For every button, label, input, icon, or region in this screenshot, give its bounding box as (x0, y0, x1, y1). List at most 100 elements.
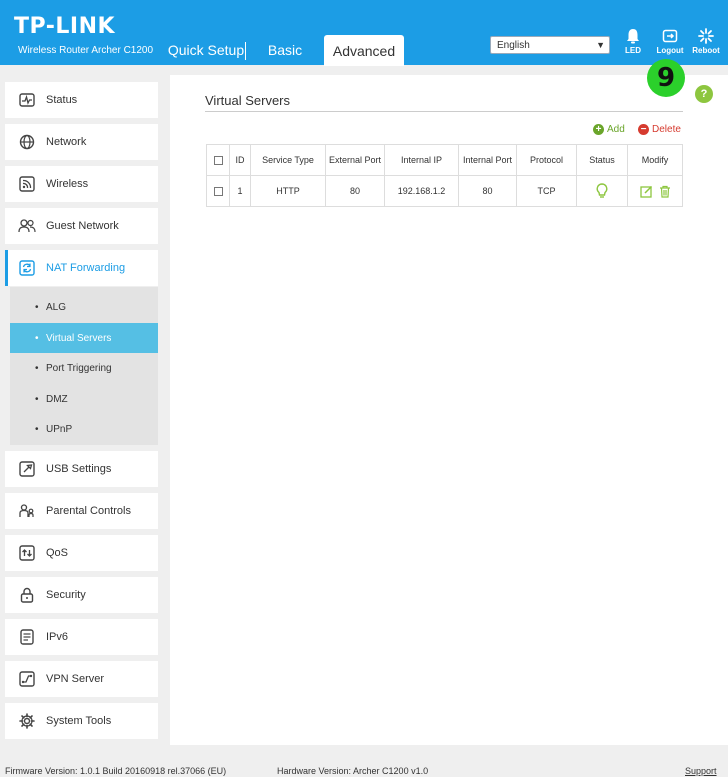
logout-button[interactable]: Logout (650, 28, 690, 55)
footer: Firmware Version: 1.0.1 Build 20160918 r… (0, 745, 728, 777)
trash-icon[interactable] (659, 185, 671, 198)
minus-icon: − (638, 124, 649, 135)
table-header-row: ID Service Type External Port Internal I… (206, 144, 683, 176)
submenu-item-port-triggering[interactable]: Port Triggering (10, 353, 158, 383)
chevron-down-icon: ▼ (596, 40, 605, 50)
add-button[interactable]: + Add (593, 124, 625, 135)
col-status: Status (576, 144, 628, 176)
submenu-item-dmz[interactable]: DMZ (10, 384, 158, 414)
col-id: ID (229, 144, 251, 176)
sidebar-item-parental-controls[interactable]: Parental Controls (5, 493, 158, 529)
main-panel: Virtual Servers 9 ? + Add − Delete ID Se… (170, 59, 728, 745)
ipv6-icon (18, 628, 36, 646)
parental-icon (18, 502, 36, 520)
delete-button[interactable]: − Delete (638, 124, 681, 135)
col-modify: Modify (627, 144, 683, 176)
help-button[interactable]: ? (695, 85, 713, 103)
sidebar-label-qos: QoS (46, 547, 69, 559)
lock-icon (18, 586, 36, 604)
language-select[interactable]: English ▼ (490, 36, 610, 54)
col-service-type: Service Type (250, 144, 326, 176)
select-all-checkbox[interactable] (213, 156, 223, 166)
edit-icon[interactable] (639, 185, 653, 198)
reboot-button[interactable]: Reboot (686, 28, 726, 55)
col-external-port: External Port (325, 144, 385, 176)
hardware-version: Hardware Version: Archer C1200 v1.0 (277, 766, 429, 776)
sidebar-item-nat-forwarding[interactable]: NAT Forwarding (5, 250, 158, 286)
sidebar-label-vpn: VPN Server (46, 673, 105, 685)
table-row: 1 HTTP 80 192.168.1.2 80 TCP (206, 175, 683, 207)
cell-id: 1 (229, 175, 251, 207)
led-button[interactable]: LED (613, 28, 653, 55)
wireless-icon (18, 175, 36, 193)
guest-users-icon (18, 217, 36, 235)
firmware-version: Firmware Version: 1.0.1 Build 20160918 r… (5, 766, 227, 776)
page-title: Virtual Servers (205, 93, 291, 108)
sidebar-label-usb: USB Settings (46, 463, 112, 475)
brand-logo: TP-LINK (14, 14, 116, 39)
sidebar-item-network[interactable]: Network (5, 124, 158, 160)
language-value: English (497, 39, 530, 51)
virtual-servers-table: ID Service Type External Port Internal I… (206, 144, 683, 207)
title-divider (205, 111, 683, 112)
sidebar-item-usb-settings[interactable]: USB Settings (5, 451, 158, 487)
cell-status (576, 175, 628, 207)
row-select-cell (206, 175, 230, 207)
add-label: Add (607, 124, 625, 135)
select-all-cell (206, 144, 230, 176)
sidebar-label-guest: Guest Network (46, 220, 119, 232)
reboot-label: Reboot (692, 46, 720, 55)
sidebar-label-status: Status (46, 94, 78, 106)
reboot-icon (698, 28, 714, 44)
sidebar-item-guest-network[interactable]: Guest Network (5, 208, 158, 244)
sidebar-label-network: Network (46, 136, 87, 148)
sidebar-label-wireless: Wireless (46, 178, 89, 190)
col-internal-ip: Internal IP (384, 144, 459, 176)
cell-internal-ip: 192.168.1.2 (384, 175, 459, 207)
status-icon (18, 91, 36, 109)
sidebar-label-security: Security (46, 589, 86, 601)
submenu-item-alg[interactable]: ALG (10, 292, 158, 322)
sidebar-item-security[interactable]: Security (5, 577, 158, 613)
step-badge: 9 (647, 59, 685, 97)
tab-quick-setup[interactable]: Quick Setup (163, 35, 249, 65)
delete-label: Delete (652, 124, 681, 135)
plus-icon: + (593, 124, 604, 135)
vpn-icon (18, 670, 36, 688)
sidebar-label-nat: NAT Forwarding (46, 262, 126, 274)
logout-label: Logout (656, 46, 684, 55)
tab-advanced[interactable]: Advanced (324, 35, 404, 66)
qos-icon (18, 544, 36, 562)
gear-icon (18, 712, 36, 730)
tab-separator (245, 42, 246, 60)
nat-forwarding-icon (18, 259, 36, 277)
cell-service-type: HTTP (250, 175, 326, 207)
submenu-item-upnp[interactable]: UPnP (10, 414, 158, 444)
router-model: Wireless Router Archer C1200 (18, 45, 154, 56)
cell-external-port: 80 (325, 175, 385, 207)
usb-icon (18, 460, 36, 478)
sidebar-item-wireless[interactable]: Wireless (5, 166, 158, 202)
lightbulb-icon[interactable] (596, 183, 608, 199)
sidebar-item-ipv6[interactable]: IPv6 (5, 619, 158, 655)
submenu-item-virtual-servers[interactable]: Virtual Servers (10, 323, 158, 353)
sidebar-item-qos[interactable]: QoS (5, 535, 158, 571)
cell-modify (627, 175, 683, 207)
sidebar-item-system-tools[interactable]: System Tools (5, 703, 158, 739)
tab-basic[interactable]: Basic (258, 35, 312, 65)
row-checkbox[interactable] (213, 187, 223, 197)
led-label: LED (625, 46, 641, 55)
col-internal-port: Internal Port (458, 144, 517, 176)
sidebar-item-status[interactable]: Status (5, 82, 158, 118)
sidebar-item-vpn-server[interactable]: VPN Server (5, 661, 158, 697)
cell-internal-port: 80 (458, 175, 517, 207)
col-protocol: Protocol (516, 144, 577, 176)
sidebar-label-ipv6: IPv6 (46, 631, 69, 643)
cell-protocol: TCP (516, 175, 577, 207)
sidebar-label-parental: Parental Controls (46, 505, 131, 517)
bell-icon (627, 29, 639, 44)
support-link[interactable]: Support (685, 766, 717, 776)
nat-submenu: ALG Virtual Servers Port Triggering DMZ … (10, 287, 158, 445)
globe-icon (18, 133, 36, 151)
logout-icon (662, 29, 678, 43)
